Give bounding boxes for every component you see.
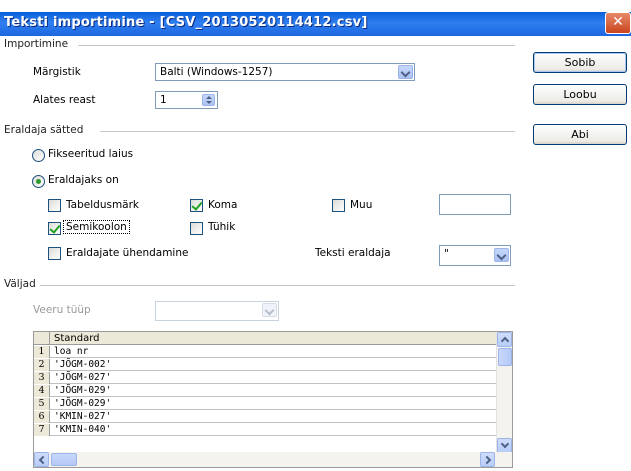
close-icon[interactable]: ✕	[605, 12, 631, 34]
text-import-dialog: Teksti importimine - [CSV_20130520114412…	[0, 0, 631, 471]
charset-value: Balti (Windows-1257)	[160, 66, 273, 78]
column-type-label: Veeru tüüp	[33, 304, 91, 316]
row-number: 7	[34, 424, 50, 436]
chevron-down-icon[interactable]	[398, 65, 413, 79]
row-number: 1	[34, 346, 50, 358]
text-delimiter-select[interactable]: "	[439, 245, 511, 266]
divider	[40, 285, 515, 286]
row-number: 2	[34, 359, 50, 371]
charset-select[interactable]: Balti (Windows-1257)	[155, 63, 415, 81]
semicolon-checkbox[interactable]	[48, 222, 61, 235]
divider	[100, 131, 515, 132]
section-import-label: Importimine	[4, 38, 69, 50]
tab-checkbox[interactable]	[48, 199, 61, 212]
divider	[78, 45, 515, 46]
grid-corner[interactable]	[34, 332, 50, 345]
row-number: 3	[34, 372, 50, 384]
merge-separators-checkbox[interactable]	[48, 247, 61, 260]
vertical-scrollbar[interactable]	[496, 332, 512, 453]
scroll-down-icon[interactable]	[497, 438, 512, 453]
scroll-thumb[interactable]	[498, 348, 512, 366]
charset-label-text: Märgistik	[33, 66, 81, 78]
column-type-select[interactable]	[155, 301, 279, 321]
chevron-down-icon[interactable]	[494, 248, 509, 262]
row-number: 4	[34, 385, 50, 397]
other-separator-input[interactable]	[439, 194, 511, 215]
table-row[interactable]: 5 'JÕGM-029'	[34, 398, 497, 410]
section-separator-label: Eraldaja sätted	[4, 124, 84, 136]
section-fields-label: Väljad	[4, 278, 36, 290]
space-checkbox[interactable]	[190, 222, 203, 235]
row-cell: 'KMIN-027'	[54, 411, 112, 422]
spin-arrows-icon[interactable]	[202, 94, 215, 106]
other-checkbox[interactable]	[332, 199, 345, 212]
row-number: 6	[34, 411, 50, 423]
from-row-value: 1	[160, 94, 167, 106]
row-cell: 'JÕGM-029'	[54, 398, 112, 409]
separated-by-label[interactable]: Eraldajaks on	[48, 174, 119, 186]
table-row[interactable]: 6 'KMIN-027'	[34, 411, 497, 423]
tab-label[interactable]: Tabeldusmärk	[66, 199, 139, 211]
from-row-spinner[interactable]: 1	[155, 91, 218, 109]
scroll-right-icon[interactable]	[480, 452, 495, 467]
table-row[interactable]: 4 'JÕGM-029'	[34, 385, 497, 397]
title-bar[interactable]: Teksti importimine - [CSV_20130520114412…	[0, 12, 631, 36]
row-cell: 'JÕGM-029'	[54, 385, 112, 396]
preview-grid[interactable]: Standard 1 loa nr 2 'JÕGM-002' 3 'JÕGM-0…	[33, 331, 513, 468]
merge-separators-label[interactable]: Eraldajate ühendamine	[66, 247, 188, 259]
text-delimiter-value: "	[444, 248, 449, 260]
semicolon-label[interactable]: Semikoolon	[63, 220, 130, 234]
separated-by-radio[interactable]	[32, 175, 45, 188]
text-delimiter-label: Teksti eraldaja	[315, 247, 391, 259]
scroll-thumb[interactable]	[51, 453, 77, 466]
scroll-up-icon[interactable]	[497, 332, 512, 347]
row-cell: loa nr	[54, 346, 89, 357]
other-label[interactable]: Muu	[350, 199, 372, 211]
help-button[interactable]: Abi	[533, 124, 627, 145]
table-row[interactable]: 2 'JÕGM-002'	[34, 359, 497, 371]
grid-header: Standard	[34, 332, 497, 345]
fixed-width-label[interactable]: Fikseeritud laius	[48, 148, 133, 160]
space-label[interactable]: Tühik	[208, 221, 235, 233]
ok-button[interactable]: Sobib	[533, 52, 627, 73]
scroll-left-icon[interactable]	[34, 452, 49, 467]
from-row-label: Alates reast	[33, 94, 96, 106]
dialog-body: Importimine Märgistik Balti (Windows-125…	[0, 36, 631, 471]
table-row[interactable]: 3 'JÕGM-027'	[34, 372, 497, 384]
table-row[interactable]: 7 'KMIN-040'	[34, 424, 497, 436]
chevron-down-icon[interactable]	[262, 303, 277, 317]
cancel-button[interactable]: Loobu	[533, 84, 627, 105]
row-number: 5	[34, 398, 50, 410]
charset-label: Märgistik	[33, 66, 81, 78]
comma-checkbox[interactable]	[190, 199, 203, 212]
comma-label[interactable]: Koma	[208, 199, 237, 211]
table-row[interactable]: 1 loa nr	[34, 346, 497, 358]
row-cell: 'JÕGM-027'	[54, 372, 112, 383]
fixed-width-radio[interactable]	[32, 149, 45, 162]
row-cell: 'JÕGM-002'	[54, 359, 112, 370]
window-title: Teksti importimine - [CSV_20130520114412…	[4, 15, 368, 30]
column-header[interactable]: Standard	[54, 332, 100, 345]
row-cell: 'KMIN-040'	[54, 424, 112, 435]
horizontal-scrollbar[interactable]	[34, 452, 512, 467]
